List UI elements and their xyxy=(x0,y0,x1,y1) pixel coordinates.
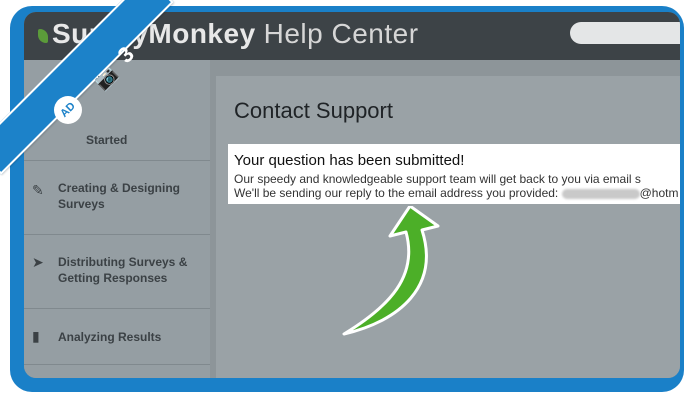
search-input[interactable] xyxy=(570,22,680,44)
confirmation-line-2-text: We'll be sending our reply to the email … xyxy=(234,186,559,200)
email-domain: @hotm xyxy=(639,186,679,200)
confirmation-line-1: Our speedy and knowledgeable support tea… xyxy=(234,172,641,186)
sidebar-item-label: Distributing Surveys & Getting Responses xyxy=(58,255,188,285)
confirmation-line-2: We'll be sending our reply to the email … xyxy=(234,186,678,200)
green-arrow-icon xyxy=(342,206,440,336)
bar-chart-icon: ▮ xyxy=(32,328,40,344)
brand-subtitle: Help Center xyxy=(263,18,419,49)
sidebar-item-label: Analyzing Results xyxy=(58,330,162,344)
monkey-logo-icon xyxy=(38,28,48,43)
pencil-icon: ✎ xyxy=(32,182,44,198)
sidebar-item-distributing[interactable]: ➤ Distributing Surveys & Getting Respons… xyxy=(24,234,210,309)
sidebar-item-label: Started xyxy=(86,133,128,147)
sidebar-item-label: Creating & Designing Surveys xyxy=(58,181,181,211)
submission-confirmation: Your question has been submitted! Our sp… xyxy=(228,144,680,204)
paper-plane-icon: ➤ xyxy=(32,254,44,270)
sidebar-item-analyzing[interactable]: ▮ Analyzing Results xyxy=(24,308,210,365)
redacted-email xyxy=(561,188,640,199)
confirmation-heading: Your question has been submitted! xyxy=(234,152,465,169)
sidebar-item-creating-designing[interactable]: ✎ Creating & Designing Surveys xyxy=(24,160,210,235)
page-title: Contact Support xyxy=(234,98,393,123)
